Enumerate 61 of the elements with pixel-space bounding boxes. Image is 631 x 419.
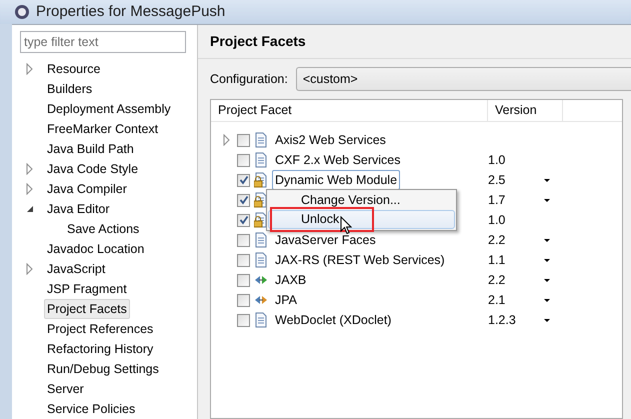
app-icon (14, 4, 30, 20)
window-title: Properties for MessagePush (36, 2, 226, 22)
column-header: Project Facet (211, 100, 488, 121)
dropdown-icon[interactable] (543, 258, 551, 262)
facet-name: Axis2 Web Services (274, 132, 387, 149)
facet-version: 1.2.3 (488, 312, 516, 327)
sidebar-item[interactable]: Project Facets (44, 298, 130, 320)
sidebar-item[interactable]: Server (44, 378, 87, 400)
checkbox[interactable] (237, 194, 250, 206)
checkbox[interactable] (237, 234, 250, 246)
sidebar-item[interactable]: JavaScript (44, 258, 108, 280)
sidebar-item[interactable]: Javadoc Location (44, 238, 148, 260)
sidebar-item[interactable]: Project References (44, 318, 156, 340)
checkbox[interactable] (237, 274, 250, 286)
sidebar-item[interactable]: Service Policies (44, 398, 138, 419)
dropdown-icon[interactable] (543, 318, 551, 322)
facet-name: JavaServer Faces (274, 232, 377, 249)
configuration-label: Configuration: (210, 70, 288, 88)
column-header: Version (488, 100, 563, 121)
dropdown-icon[interactable] (543, 178, 551, 182)
menu-item[interactable]: Change Version... (268, 191, 455, 210)
configuration-combo[interactable]: <custom> (296, 67, 631, 91)
facet-name: WebDoclet (XDoclet) (274, 312, 392, 329)
sidebar-item[interactable]: Deployment Assembly (44, 98, 174, 120)
facet-name: JPA (274, 292, 298, 309)
facet-name: JAXB (274, 272, 308, 289)
checkbox[interactable] (237, 174, 250, 186)
sidebar-item[interactable]: Java Code Style (44, 158, 142, 180)
checkbox[interactable] (237, 254, 250, 266)
sidebar-item[interactable]: Run/Debug Settings (44, 358, 162, 380)
checkbox[interactable] (237, 134, 250, 146)
sidebar-item[interactable]: Java Editor (44, 198, 113, 220)
facet-version: 1.1 (488, 252, 506, 267)
sidebar-item[interactable]: Java Compiler (44, 178, 130, 200)
facet-version: 1.0 (488, 212, 506, 227)
facet-version: 1.7 (488, 192, 506, 207)
checkbox[interactable] (237, 154, 250, 166)
facet-version: 2.2 (488, 272, 506, 287)
dropdown-icon[interactable] (543, 298, 551, 302)
facet-version: 2.1 (488, 292, 506, 307)
sidebar-item[interactable]: Save Actions (64, 218, 142, 240)
dropdown-icon[interactable] (543, 238, 551, 242)
dropdown-icon[interactable] (543, 278, 551, 282)
sidebar-item[interactable]: FreeMarker Context (44, 118, 162, 140)
dropdown-icon[interactable] (543, 198, 551, 202)
facet-version: 1.0 (488, 152, 506, 167)
sidebar-item[interactable]: Refactoring History (44, 338, 156, 360)
facet-version: 2.5 (488, 172, 506, 187)
checkbox[interactable] (237, 294, 250, 306)
checkbox[interactable] (237, 214, 250, 226)
filter-field[interactable]: type filter text (20, 31, 186, 53)
facet-name: CXF 2.x Web Services (274, 152, 402, 169)
checkbox[interactable] (237, 314, 250, 326)
page-title: Project Facets (198, 25, 631, 59)
sidebar-item[interactable]: JSP Fragment (44, 278, 130, 300)
facet-version: 2.2 (488, 232, 506, 247)
sidebar-item[interactable]: Builders (44, 78, 96, 100)
sidebar-item[interactable]: Java Build Path (44, 138, 137, 160)
sidebar-item[interactable]: Resource (44, 58, 104, 80)
menu-item[interactable]: Unlock (268, 210, 455, 229)
facet-name: JAX-RS (REST Web Services) (274, 252, 446, 269)
